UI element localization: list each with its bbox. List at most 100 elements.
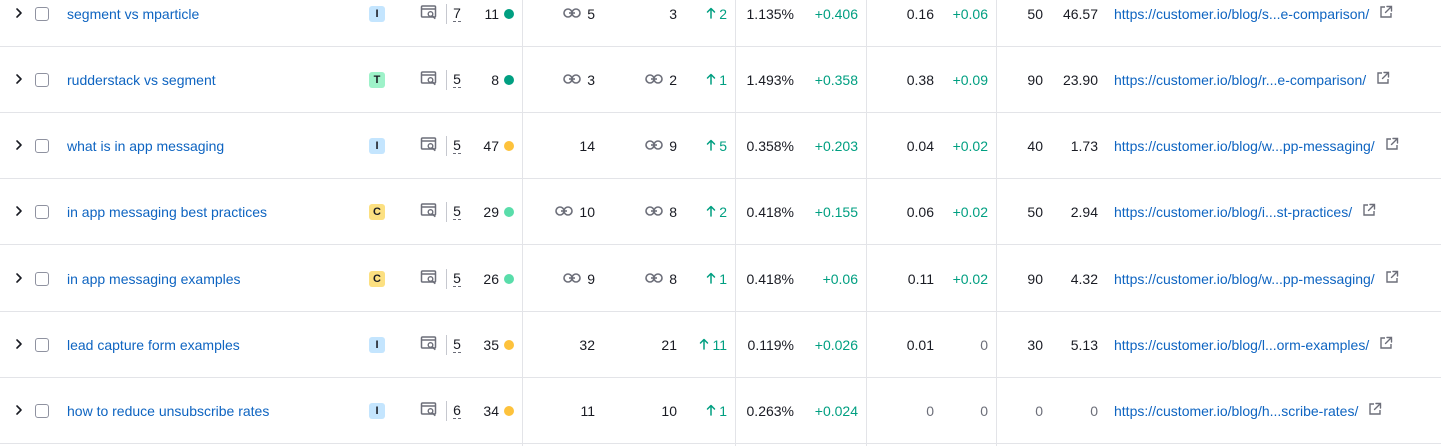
keyword-link[interactable]: in app messaging best practices [67, 179, 267, 244]
external-link-icon[interactable] [1358, 402, 1382, 419]
intent-badge: T [369, 47, 385, 112]
url-cell: https://customer.io/blog/r...e-compariso… [1114, 47, 1390, 112]
serp-features-button[interactable] [420, 179, 440, 244]
external-link-icon[interactable] [1369, 336, 1393, 353]
keyword-link[interactable]: rudderstack vs segment [67, 47, 216, 112]
url-link[interactable]: https://customer.io/blog/l...orm-example… [1114, 337, 1369, 353]
serp-search-icon [420, 269, 438, 288]
keyword-link[interactable]: how to reduce unsubscribe rates [67, 378, 269, 443]
serp-features-button[interactable] [420, 378, 440, 443]
intent-badge: I [369, 113, 385, 178]
link-icon [645, 271, 664, 287]
serp-search-icon [420, 70, 438, 89]
link-icon [563, 72, 582, 88]
traffic-percent: 0.119% [747, 336, 794, 353]
row-checkbox[interactable] [35, 113, 51, 178]
keyword-link[interactable]: segment vs mparticle [67, 0, 199, 46]
serp-links-1: 5 [563, 0, 595, 46]
row-checkbox[interactable] [35, 47, 51, 112]
expand-row-button[interactable] [14, 179, 26, 244]
competition-value: 50 [1027, 5, 1043, 22]
traffic-percent: 1.493% [746, 71, 794, 88]
table-row: lead capture form examples I 5 35 32 21 11 0.11… [0, 312, 1441, 378]
arrow-up-icon [706, 271, 716, 287]
external-link-icon[interactable] [1352, 203, 1376, 220]
url-link[interactable]: https://customer.io/blog/h...scribe-rate… [1114, 403, 1358, 419]
url-link[interactable]: https://customer.io/blog/i...st-practice… [1114, 204, 1352, 220]
serp-features-button[interactable] [420, 47, 440, 112]
cpc-change: +0.09 [952, 71, 988, 88]
chevron-right-icon [14, 72, 24, 88]
url-cell: https://customer.io/blog/w...pp-messagin… [1114, 113, 1399, 178]
arrow-up-icon [706, 204, 716, 220]
serp-search-icon [420, 401, 438, 420]
expand-row-button[interactable] [14, 113, 26, 178]
expand-row-button[interactable] [14, 0, 26, 46]
kd-dot [504, 339, 514, 350]
external-link-icon[interactable] [1366, 71, 1390, 88]
kd-dot [504, 206, 514, 217]
position-value[interactable]: 5 [450, 47, 464, 112]
row-checkbox[interactable] [35, 179, 51, 244]
position-value[interactable]: 5 [450, 246, 464, 311]
serp-links-2: 21 [661, 336, 677, 353]
external-link-icon[interactable] [1369, 5, 1393, 22]
serp-search-icon [420, 202, 438, 221]
serp-features-button[interactable] [420, 312, 440, 377]
intent-badge: I [369, 0, 385, 46]
keyword-link[interactable]: in app messaging examples [67, 246, 241, 311]
expand-row-button[interactable] [14, 246, 26, 311]
volume-value: 0 [1090, 402, 1098, 419]
row-checkbox[interactable] [35, 0, 51, 46]
keyword-difficulty: 34 [483, 378, 514, 443]
volume-value: 5.13 [1070, 336, 1098, 353]
row-checkbox[interactable] [35, 378, 51, 443]
url-link[interactable]: https://customer.io/blog/r...e-compariso… [1114, 72, 1366, 88]
row-checkbox[interactable] [35, 312, 51, 377]
row-checkbox[interactable] [35, 246, 51, 311]
traffic-change: +0.026 [814, 336, 858, 353]
position-change: 5 [706, 113, 727, 178]
url-link[interactable]: https://customer.io/blog/w...pp-messagin… [1114, 271, 1375, 287]
serp-search-icon [420, 136, 438, 155]
volume-value: 4.32 [1070, 270, 1098, 287]
divider [446, 246, 447, 311]
position-value[interactable]: 5 [450, 179, 464, 244]
serp-links-2: 8 [645, 179, 677, 244]
keyword-difficulty: 29 [483, 179, 514, 244]
link-icon [645, 72, 664, 88]
cpc-value: 0.38 [906, 71, 934, 88]
position-value[interactable]: 5 [450, 312, 464, 377]
serp-features-button[interactable] [420, 246, 440, 311]
external-link-icon[interactable] [1375, 137, 1399, 154]
traffic-change: +0.024 [814, 402, 858, 419]
keyword-link[interactable]: what is in app messaging [67, 113, 224, 178]
arrow-up-icon [706, 138, 716, 154]
arrow-up-icon [699, 337, 709, 353]
competition-value: 90 [1027, 71, 1043, 88]
position-change: 1 [706, 47, 727, 112]
url-link[interactable]: https://customer.io/blog/w...pp-messagin… [1114, 138, 1375, 154]
url-cell: https://customer.io/blog/h...scribe-rate… [1114, 378, 1382, 443]
cpc-change: +0.06 [952, 5, 988, 22]
url-link[interactable]: https://customer.io/blog/s...e-compariso… [1114, 6, 1369, 22]
position-value[interactable]: 6 [450, 378, 464, 443]
external-link-icon[interactable] [1375, 270, 1399, 287]
keyword-link[interactable]: lead capture form examples [67, 312, 240, 377]
expand-row-button[interactable] [14, 47, 26, 112]
serp-features-button[interactable] [420, 113, 440, 178]
divider [446, 312, 447, 377]
serp-links-2: 8 [645, 246, 677, 311]
expand-row-button[interactable] [14, 312, 26, 377]
cpc-change: +0.02 [952, 137, 988, 154]
competition-value: 90 [1027, 270, 1043, 287]
position-value[interactable]: 5 [450, 113, 464, 178]
serp-features-button[interactable] [420, 0, 440, 46]
competition-value: 30 [1027, 336, 1043, 353]
serp-search-icon [420, 4, 438, 23]
position-value[interactable]: 7 [450, 0, 464, 46]
chevron-right-icon [14, 204, 24, 220]
cpc-value: 0 [926, 402, 934, 419]
expand-row-button[interactable] [14, 378, 26, 443]
serp-links-1: 9 [563, 246, 595, 311]
